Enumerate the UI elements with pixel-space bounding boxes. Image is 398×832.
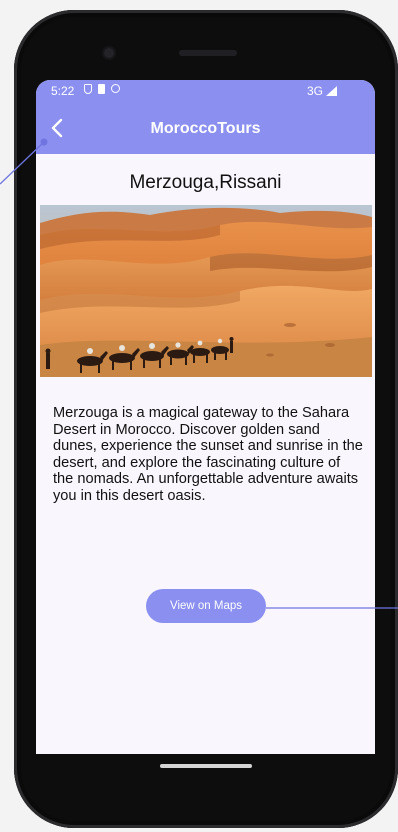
network-type: 3G [306,84,323,98]
status-icons [84,84,120,94]
status-network: 3G [307,84,337,98]
annotation-arrow-back [0,138,48,185]
status-bar: 5:22 3G [36,80,375,102]
sync-icon [111,84,120,93]
status-time: 5:22 [51,84,75,98]
app-bar: 5:22 3G MoroccoTours [36,80,375,154]
place-title: Merzouga,Rissani [129,172,282,193]
vpn-icon [84,84,92,94]
sd-card-icon [98,84,105,94]
earpiece-speaker [179,50,237,56]
app-title: MoroccoTours [150,120,261,137]
view-on-maps-button[interactable]: View on Maps [146,589,266,623]
home-indicator[interactable] [160,764,252,768]
desert-image [40,205,372,377]
app-screen: 5:22 3G MoroccoTours Merzouga,Rissani Me… [36,80,375,754]
annotation-line-maps [266,607,398,609]
signal-icon [326,86,337,96]
front-camera [104,48,114,58]
place-description: Merzouga is a magical gateway to the Sah… [53,405,363,504]
